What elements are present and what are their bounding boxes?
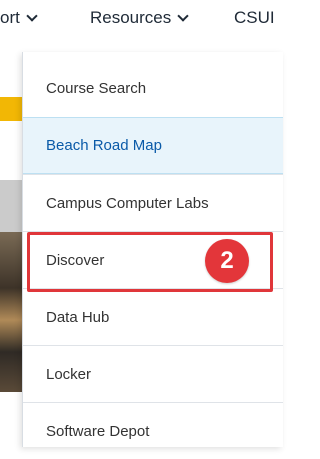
- chevron-down-icon: [26, 10, 38, 22]
- menu-item-campus-computer-labs[interactable]: Campus Computer Labs: [23, 174, 283, 231]
- step-number-badge: 2: [205, 239, 249, 283]
- nav-item-csu-label: CSUI: [234, 8, 275, 27]
- nav-item-csu[interactable]: CSUI: [234, 8, 275, 28]
- nav-item-support-label: ort: [0, 8, 20, 27]
- menu-item-data-hub[interactable]: Data Hub: [23, 288, 283, 345]
- page-accent-strip: [0, 97, 22, 121]
- menu-item-label: Beach Road Map: [46, 137, 162, 154]
- menu-item-label: Data Hub: [46, 308, 110, 326]
- top-navigation-bar: ort Resources CSUI: [0, 0, 282, 42]
- menu-item-beach-road-map[interactable]: Beach Road Map: [23, 117, 283, 174]
- step-number: 2: [220, 247, 234, 274]
- menu-item-course-search[interactable]: Course Search: [23, 60, 283, 117]
- menu-item-software-depot[interactable]: Software Depot: [23, 402, 283, 459]
- menu-item-label: Locker: [46, 365, 92, 383]
- page-background-photo: [0, 232, 22, 392]
- menu-item-locker[interactable]: Locker: [23, 345, 283, 402]
- nav-item-support[interactable]: ort: [0, 8, 38, 28]
- menu-item-label: Campus Computer Labs: [46, 194, 209, 212]
- menu-item-label: Software Depot: [46, 422, 150, 440]
- menu-item-label: Course Search: [46, 80, 147, 97]
- nav-item-resources[interactable]: Resources: [90, 8, 189, 28]
- nav-item-resources-label: Resources: [90, 8, 172, 27]
- chevron-down-icon: [177, 10, 189, 22]
- page-background-image: [0, 180, 22, 232]
